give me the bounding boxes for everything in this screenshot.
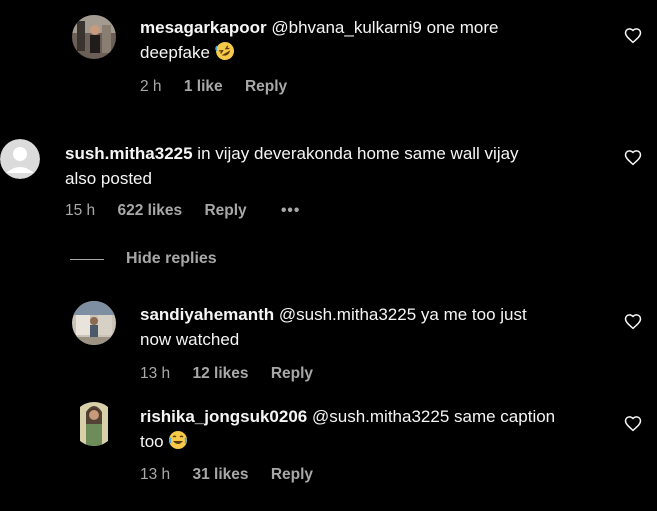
reply-mention[interactable]: @sush.mitha3225 (312, 407, 449, 426)
heart-outline-icon[interactable] (624, 415, 642, 433)
hide-replies-label[interactable]: Hide replies (126, 250, 217, 268)
comment-time: 2 h (140, 78, 162, 95)
comment-username[interactable]: mesagarkapoor (140, 18, 267, 37)
comment-body-line1: in vijay deverakonda home same wall vija… (197, 144, 519, 163)
comment-text: sush.mitha3225 in vijay deverakonda home… (65, 141, 605, 191)
reply-button[interactable]: Reply (271, 365, 313, 382)
reply-username[interactable]: rishika_jongsuk0206 (140, 407, 307, 426)
reply-text: rishika_jongsuk0206 @sush.mitha3225 same… (140, 404, 610, 454)
comment-body-line2: deepfake (140, 43, 210, 62)
reply-meta: 13 h 31 likes Reply (140, 466, 331, 484)
avatar[interactable] (72, 402, 116, 446)
reply-body-line1: same caption (454, 407, 556, 426)
reply-likes[interactable]: 31 likes (192, 466, 248, 483)
comment-likes[interactable]: 1 like (184, 78, 223, 95)
reply-time: 13 h (140, 466, 171, 483)
avatar[interactable] (72, 15, 116, 59)
hide-replies-toggle[interactable]: Hide replies (70, 248, 217, 270)
comment-username[interactable]: sush.mitha3225 (65, 144, 193, 163)
reply-likes[interactable]: 12 likes (192, 365, 248, 382)
comment-text: mesagarkapoor @bhvana_kulkarni9 one more… (140, 15, 610, 65)
reply-mention[interactable]: @sush.mitha3225 (279, 305, 416, 324)
avatar[interactable] (72, 301, 116, 345)
default-avatar[interactable] (0, 139, 40, 179)
comment-mention[interactable]: @bhvana_kulkarni9 (271, 18, 422, 37)
reply-body-line2: too (140, 432, 164, 451)
reply-time: 13 h (140, 365, 171, 382)
reply-body-line2: now watched (140, 330, 240, 349)
comment-body-line1: one more (426, 18, 499, 37)
comment-meta: 15 h 622 likes Reply ••• (65, 202, 318, 220)
comment-likes[interactable]: 622 likes (117, 202, 182, 219)
divider (70, 258, 104, 260)
heart-outline-icon[interactable] (624, 27, 642, 45)
reply-button[interactable]: Reply (245, 78, 287, 95)
reply-text: sandiyahemanth @sush.mitha3225 ya me too… (140, 302, 610, 352)
rolling-on-floor-laughing-emoji (214, 42, 234, 60)
comment-time: 15 h (65, 202, 96, 219)
heart-outline-icon[interactable] (624, 313, 642, 331)
reply-body-line1: ya me too just (420, 305, 527, 324)
heart-outline-icon[interactable] (624, 149, 642, 167)
comment-body-line2: also posted (65, 169, 152, 188)
reply-button[interactable]: Reply (204, 202, 246, 219)
comment-meta: 2 h 1 like Reply (140, 78, 305, 96)
tears-of-joy-emoji (169, 431, 188, 449)
reply-meta: 13 h 12 likes Reply (140, 365, 331, 383)
more-dots-icon[interactable]: ••• (281, 202, 300, 219)
reply-button[interactable]: Reply (271, 466, 313, 483)
reply-username[interactable]: sandiyahemanth (140, 305, 274, 324)
